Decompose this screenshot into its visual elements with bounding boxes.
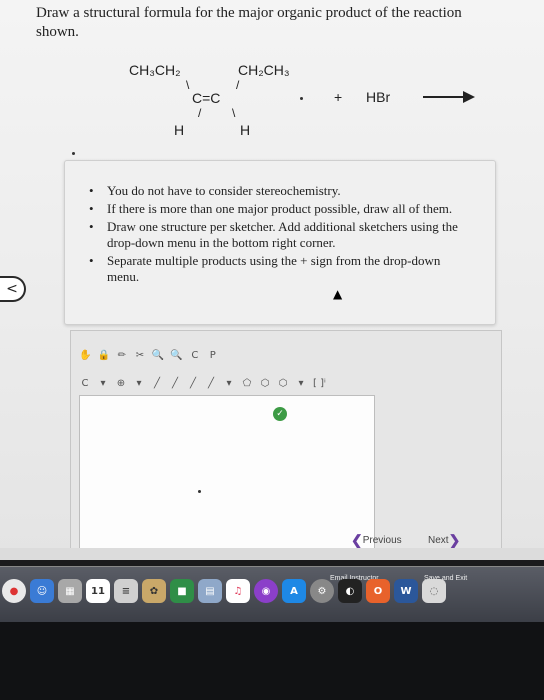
instruction-item: You do not have to consider stereochemis… [85,183,475,199]
molecule-sketcher: ✋ 🔒 ✏ ✂ 🔍 🔍 C P C ▾ ⊕ ▾ ╱ ╱ ╱ ╱ ▾ ⬠ ⬡ ⬡ … [70,330,502,560]
sketcher-toolbar-top: ✋ 🔒 ✏ ✂ 🔍 🔍 C P [79,345,219,365]
wedge-bond-icon[interactable]: ╱ [169,375,181,391]
bond-left-top: \ [186,78,190,92]
calendar-day: 11 [91,585,105,597]
reagent-hbr: HBr [366,89,391,105]
app-icon[interactable]: ▦ [58,579,82,603]
word-icon[interactable]: W [394,579,418,603]
instruction-item: Draw one structure per sketcher. Add add… [85,219,475,251]
bond-dropdown-icon[interactable]: ▾ [223,375,235,391]
check-icon[interactable]: ✓ [273,407,287,421]
music-icon[interactable]: ♫ [226,579,250,603]
hexagon-tool-icon[interactable]: ⬡ [277,375,289,391]
finder-icon[interactable]: ☺ [30,579,54,603]
ring-tool-icon[interactable]: ⬠ [241,375,253,391]
instruction-list: You do not have to consider stereochemis… [85,183,475,285]
bracket-tool-icon[interactable]: [ ]ⁱ [313,375,326,391]
triple-bond-icon[interactable]: ╱ [205,375,217,391]
appstore-icon[interactable]: A [282,579,306,603]
next-button[interactable]: Next ❯ [428,532,460,548]
reaction-arrow [423,96,467,98]
hydrogen-right: H [240,122,251,138]
settings-icon[interactable]: ⚙ [310,579,334,603]
double-bond-icon[interactable]: ╱ [187,375,199,391]
browser-content: Draw a structural formula for the major … [0,0,544,560]
instructions-panel: You do not have to consider stereochemis… [64,160,496,325]
macos-dock: Email Instructor Save and Exit ● ☺ ▦ 11 … [0,566,544,622]
instruction-item: Separate multiple products using the + s… [85,253,475,285]
podcasts-icon[interactable]: ◉ [254,579,278,603]
footer-strip [0,548,544,560]
charge-tool-icon[interactable]: ⊕ [115,375,127,391]
lock-tool-icon[interactable]: 🔒 [97,347,109,363]
chevron-left-icon: ❮ [351,531,363,548]
charge-dropdown-icon[interactable]: ▾ [133,375,145,391]
cut-tool-icon[interactable]: ✂ [134,347,146,363]
dot-marker [72,152,75,155]
hydrogen-left: H [174,122,185,138]
app-icon[interactable]: ◐ [338,579,362,603]
paste-tool-icon[interactable]: P [207,347,219,363]
dot-marker [300,97,303,100]
substituent-left-top: CH₃CH₂ [129,62,181,78]
dot-marker [198,490,201,493]
chrome-icon[interactable]: ● [2,579,26,603]
calendar-icon[interactable]: 11 [86,579,110,603]
notes-icon[interactable]: ≡ [114,579,138,603]
bond-left-bottom: / [198,106,202,120]
misc-app-icon[interactable]: ◌ [422,579,446,603]
carbon-atom-button[interactable]: C [79,375,91,391]
instruction-item: If there is more than one major product … [85,201,475,217]
chevron-right-icon: ❯ [448,531,461,548]
copy-tool-icon[interactable]: C [189,347,201,363]
single-bond-icon[interactable]: ╱ [151,375,163,391]
hand-tool-icon[interactable]: ✋ [79,347,91,363]
dock-icon-row: ● ☺ ▦ 11 ≡ ✿ ■ ▤ ♫ ◉ A ⚙ ◐ O W ◌ [2,579,446,603]
ring-dropdown-icon[interactable]: ▾ [295,375,307,391]
atom-dropdown-icon[interactable]: ▾ [97,375,109,391]
benzene-tool-icon[interactable]: ⬡ [259,375,271,391]
double-bond: C=C [192,90,221,106]
plus-sign: + [334,89,343,105]
drawing-canvas[interactable] [79,395,375,560]
back-tab[interactable]: < [0,276,26,302]
sketcher-toolbar-bottom: C ▾ ⊕ ▾ ╱ ╱ ╱ ╱ ▾ ⬠ ⬡ ⬡ ▾ [ ]ⁱ [79,373,326,393]
pencil-tool-icon[interactable]: ✏ [116,347,128,363]
next-label: Next [428,534,449,546]
bond-right-top: / [236,78,240,92]
bond-right-bottom: \ [232,106,236,120]
screen-bezel [0,622,544,700]
zoom-in-icon[interactable]: 🔍 [152,347,164,363]
reaction-arrow-head [463,91,475,103]
question-text: Draw a structural formula for the major … [36,5,462,40]
mouse-cursor-icon: ▲ [333,287,343,301]
facetime-icon[interactable]: ■ [170,579,194,603]
substituent-right-top: CH₂CH₃ [238,62,290,78]
previous-button[interactable]: ❮ Previous [351,532,402,548]
photos-icon[interactable]: ✿ [142,579,166,603]
zoom-out-icon[interactable]: 🔍 [170,347,182,363]
previous-label: Previous [362,534,402,546]
preview-icon[interactable]: ▤ [198,579,222,603]
office-icon[interactable]: O [366,579,390,603]
